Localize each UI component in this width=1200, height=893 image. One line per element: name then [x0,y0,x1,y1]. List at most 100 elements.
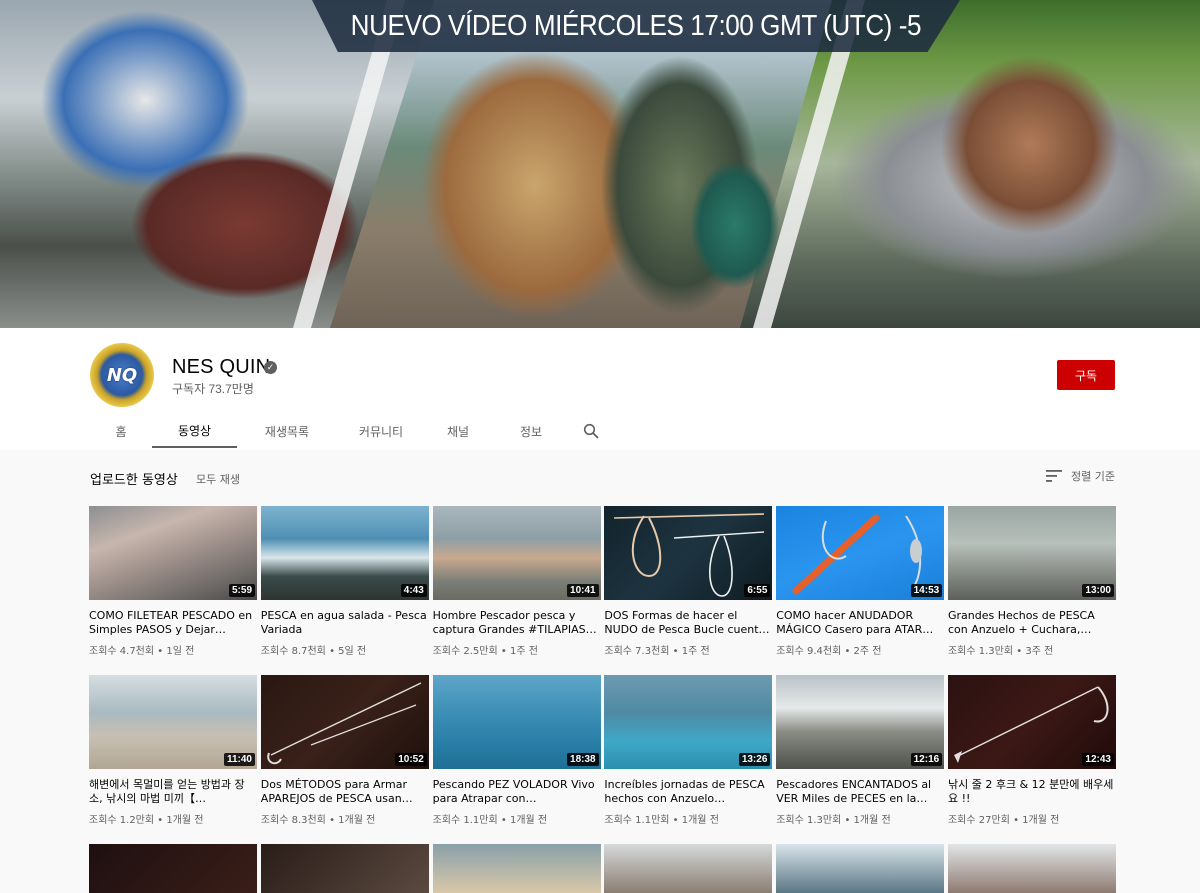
video-views: 조회수 8.3천회 [260,815,326,826]
video-meta: 조회수 2.5만회 • 1주 전 [432,646,538,657]
video-duration: 13:26 [738,753,771,766]
video-meta: 조회수 1.1만회 • 1개월 전 [604,815,719,826]
video-age: 1개월 전 [853,815,891,826]
banner-title-text: NUEVO VÍDEO MIÉRCOLES 17:00 GMT (UTC) -5 [350,9,922,42]
search-icon[interactable] [571,414,611,448]
video-meta: 조회수 8.7천회 • 5일 전 [260,646,367,657]
video-duration: 12:16 [910,753,943,766]
channel-avatar[interactable]: NQ [90,343,154,407]
video-card[interactable]: 10:52 Dos MÉTODOS para Armar APAREJOS de… [260,675,429,826]
tab-videos[interactable]: 동영상 [152,414,237,448]
video-title[interactable]: Increíbles jornadas de PESCA hechos con … [604,778,772,806]
video-age: 2주 전 [853,646,882,657]
subscribe-button[interactable]: 구독 [1057,360,1115,390]
section-title: 업로드한 동영상 [90,473,178,488]
video-thumbnail[interactable] [947,844,1116,893]
video-duration: 11:40 [223,753,255,766]
video-meta: 조회수 1.2만회 • 1개월 전 [89,815,204,826]
video-card[interactable]: 10:41 Hombre Pescador pesca y captura Gr… [432,506,601,657]
video-thumbnail[interactable]: 6:55 [604,506,773,600]
video-meta: 조회수 27만회 • 1개월 전 [947,815,1060,826]
video-thumbnail[interactable]: 11:40 [89,675,257,769]
video-views: 조회수 9.4천회 [776,646,842,657]
video-age: 3주 전 [1025,646,1054,657]
video-views: 조회수 1.1만회 [432,815,498,826]
sort-label: 정렬 기준 [1071,470,1115,483]
tab-playlists[interactable]: 재생목록 [237,414,337,448]
video-age: 1일 전 [166,646,195,657]
video-card[interactable]: 13:00 Grandes Hechos de PESCA con Anzuel… [947,506,1116,657]
video-title[interactable]: COMO hacer ANUDADOR MÁGICO Casero para A… [776,609,944,637]
video-card[interactable]: 14:53 COMO hacer ANUDADOR MÁGICO Casero … [776,506,945,657]
tab-home[interactable]: 홈 [90,414,152,448]
video-thumbnail[interactable]: 13:00 [947,506,1116,600]
video-title[interactable]: 해변에서 목멀미를 얻는 방법과 장소, 낚시의 마법 미끼【… [89,778,257,806]
video-title[interactable]: 낚시 줄 2 후크 & 12 분만에 배우세요 !! [948,778,1116,806]
video-card[interactable]: 13:26 Increíbles jornadas de PESCA hecho… [604,675,773,826]
video-duration: 4:43 [400,584,427,597]
tab-community[interactable]: 커뮤니티 [337,414,425,448]
video-title[interactable]: COMO FILETEAR PESCADO en Simples PASOS y… [89,609,257,637]
video-grid: 5:59 COMO FILETEAR PESCADO en Simples PA… [89,506,1116,826]
banner-figure-net [690,160,780,290]
channel-header: NQ NES QUIN ✓ 구독자 73.7만명 구독 홈 동영상 재생목록 커… [0,328,1200,450]
video-title[interactable]: Hombre Pescador pesca y captura Grandes … [433,609,601,637]
tab-channels[interactable]: 채널 [425,414,491,448]
video-thumbnail[interactable] [89,844,257,893]
video-duration: 10:41 [567,584,599,597]
video-title[interactable]: Pescando PEZ VOLADOR Vivo para Atrapar c… [433,778,601,806]
video-views: 조회수 1.3만회 [947,646,1014,657]
video-thumbnail[interactable]: 12:16 [776,675,945,769]
video-thumbnail[interactable]: 14:53 [776,506,945,600]
video-age: 1주 전 [681,646,710,657]
channel-name: NES QUIN [172,356,271,378]
video-grid-row-partial [89,844,1116,893]
video-card[interactable]: 11:40 해변에서 목멀미를 얻는 방법과 장소, 낚시의 마법 미끼【… 조… [89,675,257,826]
video-age: 1개월 전 [338,815,376,826]
video-age: 1주 전 [509,646,538,657]
video-thumbnail[interactable]: 13:26 [604,675,773,769]
video-thumbnail[interactable] [260,844,429,893]
video-thumbnail[interactable]: 5:59 [89,506,257,600]
video-title[interactable]: Dos MÉTODOS para Armar APAREJOS de PESCA… [261,778,429,806]
video-views: 조회수 1.2만회 [89,815,155,826]
video-card[interactable]: 6:55 DOS Formas de hacer el NUDO de Pesc… [604,506,773,657]
verified-icon: ✓ [264,361,277,374]
video-duration: 13:00 [1082,584,1114,597]
video-title[interactable]: Pescadores ENCANTADOS al VER Miles de PE… [776,778,944,806]
video-views: 조회수 7.3천회 [604,646,670,657]
sort-button[interactable]: 정렬 기준 [1046,468,1115,484]
video-title[interactable]: Grandes Hechos de PESCA con Anzuelo + Cu… [948,609,1116,637]
video-duration: 6:55 [744,584,771,597]
play-all-link[interactable]: 모두 재생 [196,471,240,487]
video-thumbnail[interactable]: 4:43 [260,506,429,600]
video-thumbnail[interactable]: 10:41 [432,506,601,600]
video-card[interactable]: 18:38 Pescando PEZ VOLADOR Vivo para Atr… [432,675,601,826]
video-card[interactable]: 12:16 Pescadores ENCANTADOS al VER Miles… [776,675,945,826]
tab-about[interactable]: 정보 [491,414,571,448]
video-views: 조회수 1.1만회 [604,815,670,826]
video-meta: 조회수 1.3만회 • 3주 전 [947,646,1054,657]
video-thumbnail[interactable] [604,844,773,893]
video-views: 조회수 27만회 [947,815,1010,826]
video-title[interactable]: PESCA en agua salada - Pesca Variada [261,609,429,637]
video-age: 1개월 전 [509,815,548,826]
video-duration: 18:38 [567,753,599,766]
video-thumbnail[interactable] [776,844,945,893]
channel-banner: NUEVO VÍDEO MIÉRCOLES 17:00 GMT (UTC) -5 [0,0,1200,328]
video-meta: 조회수 4.7천회 • 1일 전 [89,646,195,657]
video-duration: 10:52 [395,753,427,766]
video-meta: 조회수 8.3천회 • 1개월 전 [260,815,376,826]
video-title[interactable]: DOS Formas de hacer el NUDO de Pesca Buc… [604,609,772,637]
video-thumbnail[interactable]: 12:43 [947,675,1116,769]
video-thumbnail[interactable]: 18:38 [432,675,601,769]
video-age: 1개월 전 [166,815,204,826]
video-duration: 14:53 [910,584,943,597]
video-card[interactable]: 12:43 낚시 줄 2 후크 & 12 분만에 배우세요 !! 조회수 27만… [947,675,1116,826]
video-age: 5일 전 [338,646,367,657]
video-card[interactable]: 4:43 PESCA en agua salada - Pesca Variad… [260,506,429,657]
video-age: 1개월 전 [681,815,719,826]
video-thumbnail[interactable]: 10:52 [260,675,429,769]
video-card[interactable]: 5:59 COMO FILETEAR PESCADO en Simples PA… [89,506,257,657]
video-thumbnail[interactable] [432,844,601,893]
